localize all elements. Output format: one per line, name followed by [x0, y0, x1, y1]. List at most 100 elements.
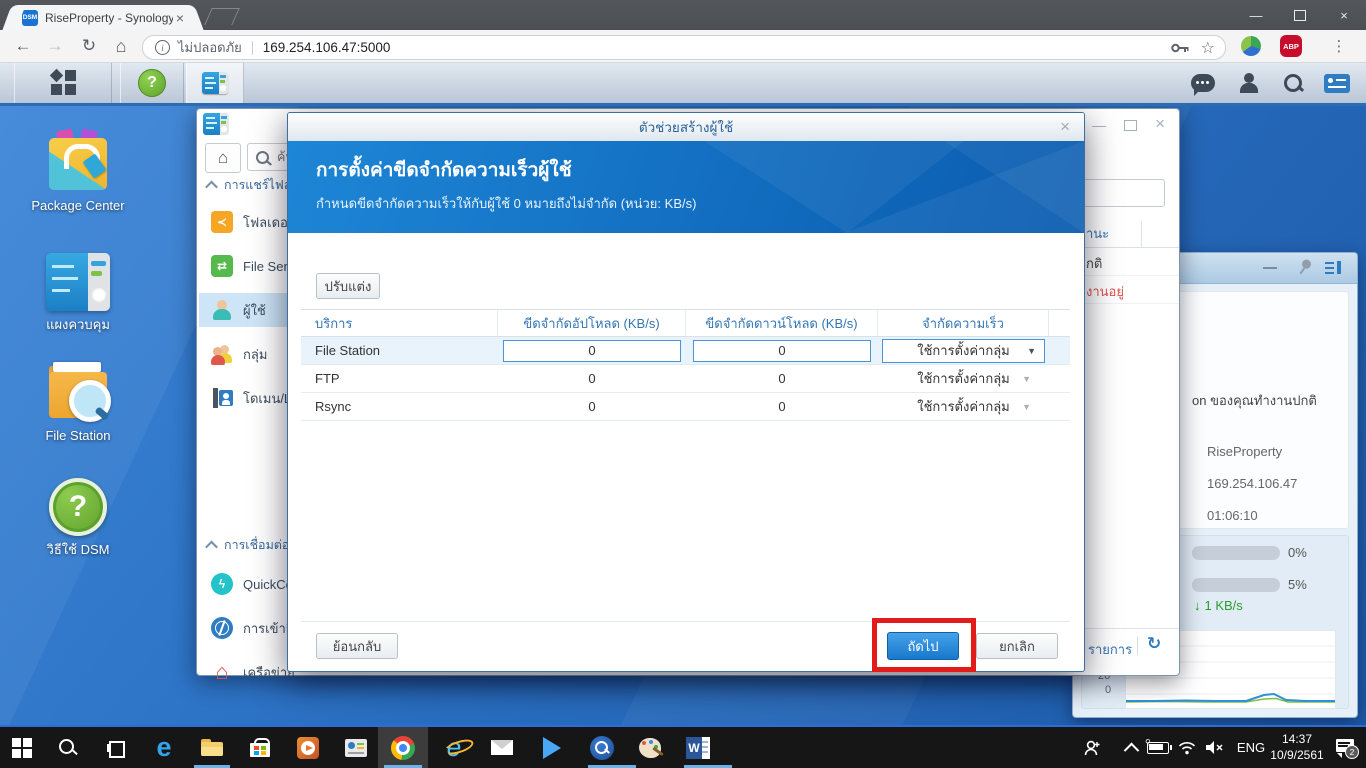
widget-layout-icon[interactable]: [1325, 261, 1341, 274]
sidebar-section-connectivity[interactable]: การเชื่อมต่อ: [205, 535, 289, 555]
col-header-upload[interactable]: ขีดจำกัดอัปโหลด (KB/s): [498, 310, 686, 336]
cp-home-button[interactable]: ⌂: [205, 143, 241, 173]
battery-tray-button[interactable]: ⚲: [1142, 727, 1174, 768]
window-close-button[interactable]: ×: [1322, 0, 1366, 30]
file-services-icon: ⇄: [211, 255, 233, 277]
col-header-limit[interactable]: จำกัดความเร็ว: [878, 310, 1049, 336]
desktop-icon-control-panel[interactable]: แผงควบคุม: [18, 253, 138, 333]
dsm-favicon: DSM: [22, 9, 38, 26]
edge-button[interactable]: e: [142, 727, 186, 768]
internet-explorer-icon: e: [442, 732, 475, 763]
task-view-button[interactable]: [94, 727, 138, 768]
upload-limit-value[interactable]: 0: [498, 393, 686, 420]
desktop-icon-package-center[interactable]: Package Center: [18, 128, 138, 214]
info-icon[interactable]: i: [155, 40, 170, 55]
browser-tab[interactable]: DSM RiseProperty - Synology [ ×: [14, 5, 192, 30]
word-button[interactable]: W: [676, 727, 732, 768]
chrome-button[interactable]: [378, 727, 428, 768]
dsm-help-button[interactable]: ?: [120, 62, 184, 103]
browser-menu-button[interactable]: ⋮: [1326, 33, 1352, 59]
list-count-link[interactable]: รายการ: [1088, 639, 1132, 660]
upload-limit-input[interactable]: [503, 339, 681, 362]
main-menu-button[interactable]: [14, 62, 112, 103]
paint-button[interactable]: [628, 727, 672, 768]
start-button[interactable]: [0, 727, 44, 768]
media-player-button[interactable]: [286, 727, 330, 768]
footer-separator: [1137, 637, 1138, 655]
reload-icon[interactable]: ↻: [76, 34, 102, 58]
file-explorer-button[interactable]: [190, 727, 234, 768]
key-icon[interactable]: [1170, 42, 1189, 54]
col-header-download[interactable]: ขีดจำกัดดาวน์โหลด (KB/s): [686, 310, 878, 336]
idm-extension-button[interactable]: [1238, 33, 1264, 59]
cp-maximize-icon[interactable]: [1124, 120, 1138, 131]
window-maximize-button[interactable]: [1278, 0, 1322, 30]
movies-tv-button[interactable]: [530, 727, 574, 768]
adblock-extension-button[interactable]: ABP: [1278, 33, 1304, 59]
cp-minimize-icon[interactable]: —: [1092, 117, 1106, 133]
magnifier-app-button[interactable]: [580, 727, 636, 768]
notifications-button[interactable]: [1188, 70, 1218, 96]
annotation-highlight-box: [872, 618, 976, 672]
screen: Package Center แผงควบคุม File Station ? …: [0, 0, 1366, 768]
service-name: File Station: [315, 343, 381, 358]
table-row[interactable]: File Station ใช้การตั้งค่ากลุ่ม ▼: [301, 337, 1070, 365]
clock-tray-button[interactable]: 14:37 10/9/2561: [1266, 727, 1328, 768]
col-header-service[interactable]: บริการ: [301, 310, 498, 336]
desktop-icon-label: Package Center: [31, 198, 125, 213]
browser-home-icon[interactable]: ⌂: [108, 34, 134, 58]
control-panel-icon: [202, 71, 228, 94]
dsm-search-button[interactable]: [1278, 70, 1308, 96]
control-panel-task-button[interactable]: [186, 62, 244, 103]
language-tray-button[interactable]: ENG: [1232, 727, 1270, 768]
back-button[interactable]: ย้อนกลับ: [316, 633, 398, 659]
ms-store-button[interactable]: [238, 727, 282, 768]
dialog-close-icon[interactable]: ×: [1060, 117, 1070, 137]
pin-icon[interactable]: [1296, 257, 1313, 276]
sidebar-section-file-sharing[interactable]: การแชร์ไฟล์: [205, 175, 291, 195]
forward-icon[interactable]: →: [42, 34, 68, 58]
service-name: Rsync: [315, 399, 352, 414]
file-explorer-icon: [201, 739, 223, 756]
internet-explorer-button[interactable]: e: [432, 727, 476, 768]
taskbar-search-button[interactable]: [46, 727, 90, 768]
window-minimize-button[interactable]: —: [1234, 0, 1278, 30]
widget-minimize-icon[interactable]: [1263, 267, 1277, 269]
mail-button[interactable]: [480, 727, 524, 768]
security-label[interactable]: ไม่ปลอดภัย: [178, 37, 242, 58]
chart-y-min: 0: [1105, 684, 1112, 696]
download-limit-value[interactable]: 0: [686, 393, 878, 420]
abp-icon: ABP: [1280, 35, 1302, 57]
download-limit-input[interactable]: [693, 339, 871, 362]
action-center-button[interactable]: 2: [1326, 727, 1366, 768]
desktop-icon-dsm-help[interactable]: ? วิธีใช้ DSM: [18, 478, 138, 558]
office-app-button[interactable]: [334, 727, 378, 768]
play-icon: [543, 736, 561, 759]
speaker-muted-icon: [1206, 741, 1223, 754]
upload-limit-value[interactable]: 0: [498, 365, 686, 392]
back-icon[interactable]: ←: [10, 34, 36, 58]
cancel-button[interactable]: ยกเลิก: [976, 633, 1058, 659]
refresh-icon[interactable]: ↻: [1147, 634, 1161, 654]
tab-close-icon[interactable]: ×: [176, 11, 184, 25]
user-icon: [211, 299, 233, 321]
user-menu-button[interactable]: [1234, 70, 1264, 96]
url-text[interactable]: 169.254.106.47:5000: [263, 40, 391, 55]
status-column-header[interactable]: านะ: [1086, 223, 1109, 244]
main-menu-icon: [49, 68, 76, 95]
bookmark-star-icon[interactable]: ☆: [1201, 38, 1215, 58]
omnibox[interactable]: i ไม่ปลอดภัย 169.254.106.47:5000 ☆: [142, 35, 1226, 60]
limit-dropdown-value[interactable]: ใช้การตั้งค่ากลุ่ม: [917, 368, 1010, 389]
volume-tray-button[interactable]: [1198, 727, 1232, 768]
limit-dropdown[interactable]: ใช้การตั้งค่ากลุ่ม ▼: [882, 338, 1045, 363]
new-tab-button[interactable]: [204, 8, 240, 25]
table-row[interactable]: FTP 0 0 ใช้การตั้งค่ากลุ่ม ▼: [301, 365, 1070, 393]
customize-button[interactable]: ปรับแต่ง: [316, 273, 380, 299]
cp-close-icon[interactable]: ×: [1155, 115, 1165, 133]
desktop-icon-file-station[interactable]: File Station: [18, 358, 138, 444]
limit-dropdown-value[interactable]: ใช้การตั้งค่ากลุ่ม: [917, 396, 1010, 417]
table-row[interactable]: Rsync 0 0 ใช้การตั้งค่ากลุ่ม ▼: [301, 393, 1070, 421]
download-limit-value[interactable]: 0: [686, 365, 878, 392]
people-tray-button[interactable]: [1076, 727, 1110, 768]
widgets-button[interactable]: [1322, 70, 1352, 96]
